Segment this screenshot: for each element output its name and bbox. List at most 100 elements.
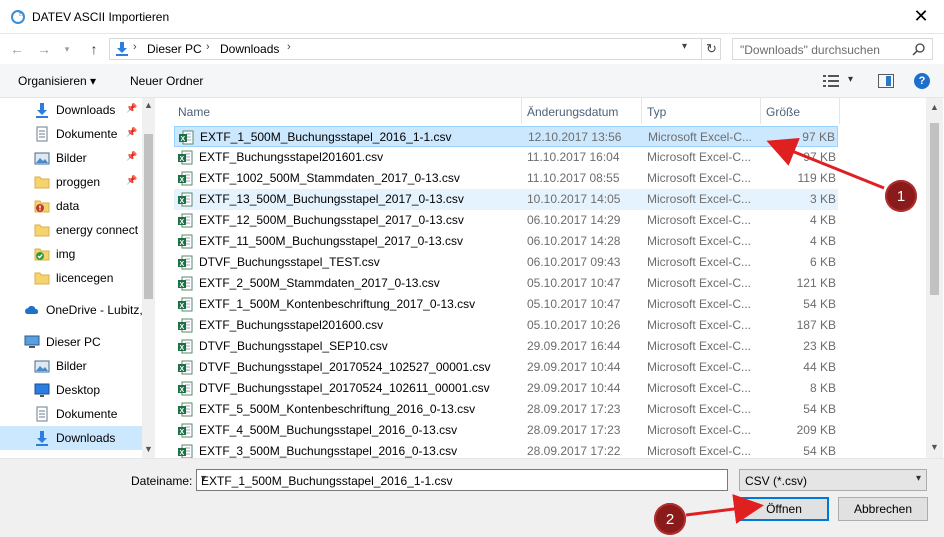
pictures-icon xyxy=(34,150,50,166)
svg-text:X: X xyxy=(180,429,185,436)
pin-icon[interactable]: 📌 xyxy=(126,103,137,114)
column-divider[interactable] xyxy=(641,98,642,124)
file-row[interactable]: X EXTF_12_500M_Buchungsstapel_2017_0-13.c… xyxy=(174,210,838,231)
file-list-scroll-thumb[interactable] xyxy=(930,123,939,295)
file-row[interactable]: X DTVF_Buchungsstapel_TEST.csv 06.10.2017 … xyxy=(174,252,838,273)
sidebar-item[interactable]: OneDrive - Lubitz, xyxy=(0,298,142,322)
pin-icon[interactable]: 📌 xyxy=(126,151,137,162)
column-divider[interactable] xyxy=(839,98,840,124)
file-list-scrollbar[interactable]: ▲ ▼ xyxy=(926,98,943,458)
svg-text:X: X xyxy=(180,303,185,310)
sidebar-item[interactable]: Dokumente xyxy=(0,402,142,426)
pin-icon[interactable]: 📌 xyxy=(126,175,137,186)
download-arrow-icon xyxy=(34,430,50,446)
svg-text:X: X xyxy=(180,282,185,289)
organize-menu[interactable]: Organisieren ▾ xyxy=(18,74,96,88)
file-name: EXTF_Buchungsstapel201601.csv xyxy=(199,150,384,164)
file-name: EXTF_4_500M_Buchungsstapel_2016_0-13.csv xyxy=(199,423,458,437)
scroll-up-icon[interactable]: ▲ xyxy=(930,102,939,112)
scroll-up-icon[interactable]: ▲ xyxy=(144,100,153,110)
file-row[interactable]: X DTVF_Buchungsstapel_20170524_102611_000… xyxy=(174,378,838,399)
address-row: ← → ▾ ↑ › Dieser PC › Downloads › ▾ ↻ "D… xyxy=(0,34,944,64)
address-dropdown-icon[interactable]: ▾ xyxy=(682,41,687,52)
address-bar[interactable]: › Dieser PC › Downloads › ▾ ↻ xyxy=(109,38,721,60)
breadcrumb-downloads[interactable]: Downloads xyxy=(220,42,279,56)
column-divider[interactable] xyxy=(521,98,522,124)
file-type: Microsoft Excel-C... xyxy=(647,381,752,395)
filetype-dropdown-icon[interactable]: ▾ xyxy=(916,473,921,484)
sidebar-item[interactable]: energy connect xyxy=(0,218,142,242)
file-row[interactable]: X DTVF_Buchungsstapel_20170524_102527_000… xyxy=(174,357,838,378)
pin-icon[interactable]: 📌 xyxy=(126,127,137,138)
close-button[interactable]: ✕ xyxy=(898,0,944,33)
new-folder-button[interactable]: Neuer Ordner xyxy=(130,74,203,88)
excel-csv-icon: X xyxy=(178,360,193,375)
sidebar-item-label: Dokumente xyxy=(56,127,118,141)
file-row[interactable]: X EXTF_13_500M_Buchungsstapel_2017_0-13.c… xyxy=(174,189,838,210)
arrow-left-icon: ← xyxy=(10,41,24,57)
sidebar-item[interactable]: Bilder xyxy=(0,354,142,378)
annotation-callout-1: 1 xyxy=(885,180,917,212)
sidebar-item[interactable]: data xyxy=(0,194,142,218)
sidebar-item[interactable]: Dieser PC xyxy=(0,330,142,354)
file-name: EXTF_5_500M_Kontenbeschriftung_2016_0-13… xyxy=(199,402,476,416)
file-row[interactable]: X EXTF_Buchungsstapel201600.csv 05.10.2017… xyxy=(174,315,838,336)
file-row[interactable]: X EXTF_1002_500M_Stammdaten_2017_0-13.csv… xyxy=(174,168,838,189)
file-row[interactable]: X EXTF_11_500M_Buchungsstapel_2017_0-13.c… xyxy=(174,231,838,252)
file-row[interactable]: X EXTF_4_500M_Buchungsstapel_2016_0-13.cs… xyxy=(174,420,838,441)
file-row[interactable]: X DTVF_Buchungsstapel_SEP10.csv 29.09.2017… xyxy=(174,336,838,357)
excel-csv-icon: X xyxy=(178,402,193,417)
sidebar-item[interactable]: Downloads xyxy=(0,98,142,122)
column-date[interactable]: Änderungsdatum xyxy=(527,105,618,119)
file-row[interactable]: X EXTF_5_500M_Kontenbeschriftung_2016_0-1… xyxy=(174,399,838,420)
help-button[interactable]: ? xyxy=(914,73,930,89)
desktop-icon xyxy=(34,382,50,398)
sidebar-scrollbar[interactable]: ▲ ▼ xyxy=(142,98,155,458)
column-type[interactable]: Typ xyxy=(647,105,666,119)
sidebar-item[interactable]: Downloads xyxy=(0,426,142,450)
forward-button[interactable]: → xyxy=(33,39,55,59)
downloads-location-icon xyxy=(116,42,128,56)
recent-locations-button[interactable]: ▾ xyxy=(56,39,78,59)
sidebar-item[interactable]: Bilder xyxy=(0,146,142,170)
file-row[interactable]: X EXTF_1_500M_Kontenbeschriftung_2017_0-1… xyxy=(174,294,838,315)
sidebar-item[interactable]: proggen xyxy=(0,170,142,194)
up-button[interactable]: ↑ xyxy=(83,39,105,59)
breadcrumb-dieser-pc[interactable]: Dieser PC xyxy=(147,42,202,56)
filetype-select[interactable]: CSV (*.csv) ▾ xyxy=(739,469,927,491)
sidebar-item[interactable]: Desktop xyxy=(0,378,142,402)
preview-pane-icon[interactable] xyxy=(878,74,894,88)
file-size: 4 KB xyxy=(809,213,836,227)
file-date: 29.09.2017 16:44 xyxy=(527,339,621,353)
filename-label: Dateiname: xyxy=(131,474,193,488)
cancel-button[interactable]: Abbrechen xyxy=(838,497,928,521)
sidebar-item-label: Dieser PC xyxy=(46,335,101,349)
file-row[interactable]: X EXTF_2_500M_Stammdaten_2017_0-13.csv 05.… xyxy=(174,273,838,294)
sidebar-item[interactable]: licencegen xyxy=(0,266,142,290)
sidebar-item[interactable]: img xyxy=(0,242,142,266)
excel-csv-icon: X xyxy=(178,444,193,458)
file-row[interactable]: X EXTF_Buchungsstapel201601.csv 11.10.2017… xyxy=(174,147,838,168)
refresh-button[interactable]: ↻ xyxy=(701,39,721,59)
file-size: 23 KB xyxy=(803,339,836,353)
filename-dropdown-icon[interactable]: ▾ xyxy=(201,473,723,484)
column-name[interactable]: Name xyxy=(178,105,210,119)
document-icon xyxy=(34,406,50,422)
svg-text:E: E xyxy=(19,12,23,18)
back-button[interactable]: ← xyxy=(6,39,28,59)
file-row[interactable]: X EXTF_3_500M_Buchungsstapel_2016_0-13.cs… xyxy=(174,441,838,458)
svg-text:X: X xyxy=(180,387,185,394)
scroll-down-icon[interactable]: ▼ xyxy=(144,444,153,454)
scroll-down-icon[interactable]: ▼ xyxy=(930,442,939,452)
file-row[interactable]: X EXTF_1_500M_Buchungsstapel_2016_1-1.csv… xyxy=(174,126,838,147)
filename-input[interactable]: EXTF_1_500M_Buchungsstapel_2016_1-1.csv … xyxy=(196,469,728,491)
sidebar-scroll-thumb[interactable] xyxy=(144,134,153,299)
sidebar-item[interactable]: Dokumente xyxy=(0,122,142,146)
search-input[interactable]: "Downloads" durchsuchen xyxy=(732,38,933,60)
view-options-icon[interactable] xyxy=(823,74,839,88)
column-divider[interactable] xyxy=(760,98,761,124)
open-button[interactable]: Öffnen xyxy=(739,497,829,521)
window-title: DATEV ASCII Importieren xyxy=(32,10,170,24)
column-size[interactable]: Größe xyxy=(766,105,800,119)
view-dropdown-icon[interactable]: ▾ xyxy=(848,74,853,85)
